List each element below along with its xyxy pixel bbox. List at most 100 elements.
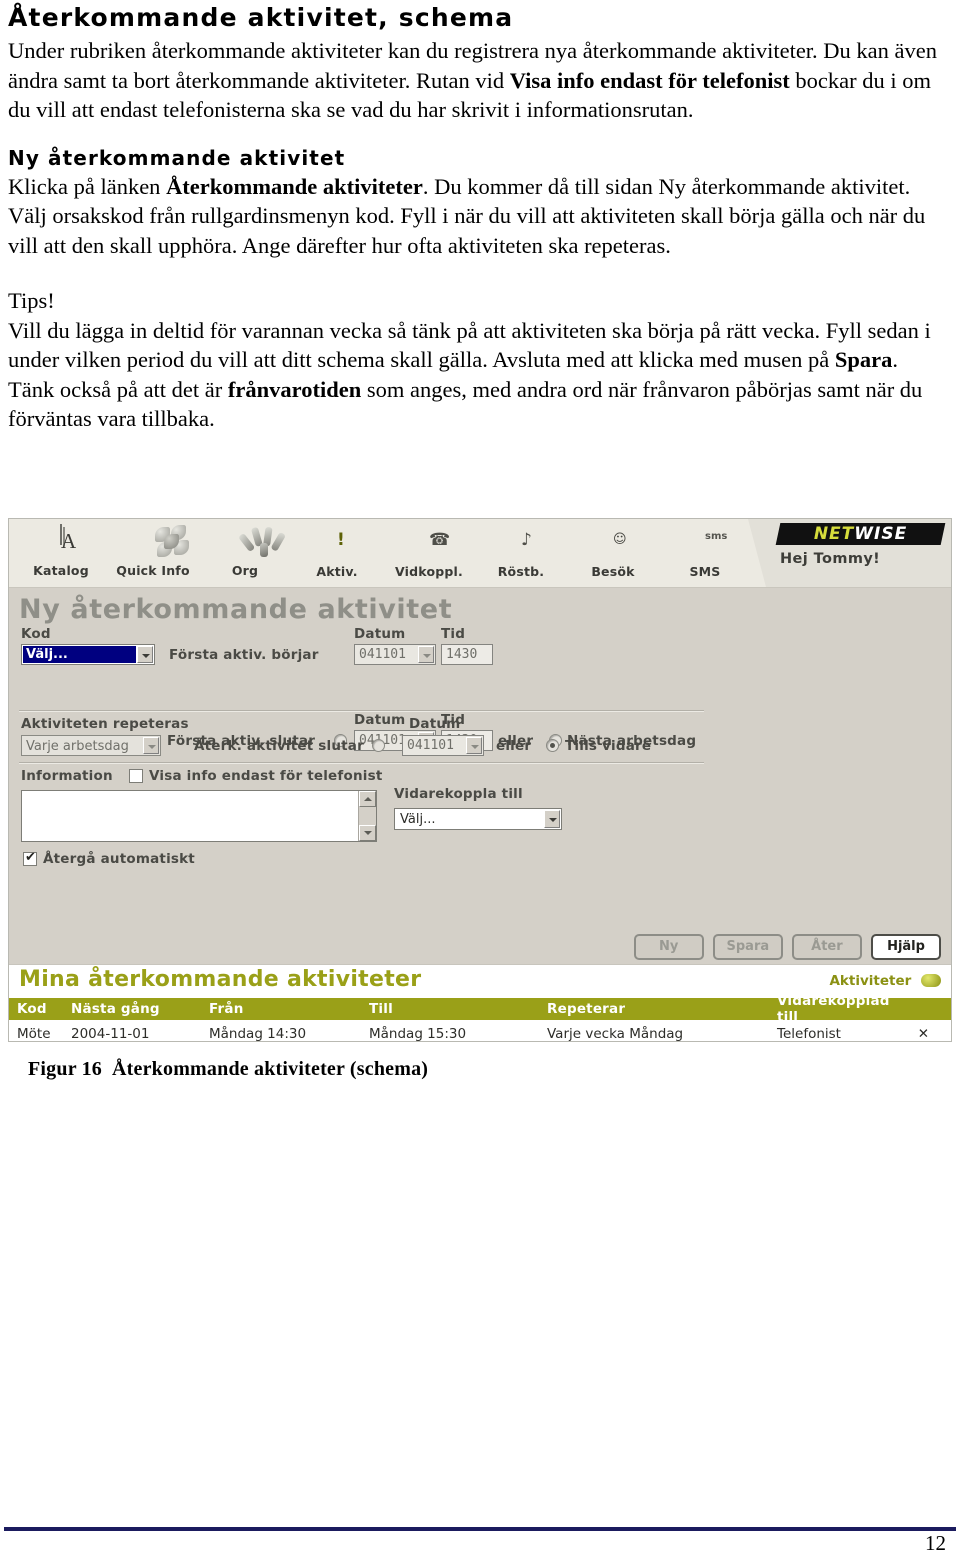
calendar-chevron-icon[interactable] [466,737,482,754]
kod-select-value: Välj... [23,646,136,663]
forward-to-select-value: Välj... [400,812,436,827]
toolbar-item-vidkoppl[interactable]: ☎ Vidkoppl. [383,521,475,587]
new-recurring-activity-form: Ny återkommande aktivitet Kod Datum Tid … [9,588,951,964]
repeat-select[interactable]: Varje arbetsdag [21,735,161,756]
call-forward-icon: ☎ [429,530,451,550]
scroll-up-icon[interactable] [359,791,376,807]
netwise-logo: NETWISE [775,523,946,545]
divider-1 [19,710,704,712]
cell-vidarekopplad: Telefonist [777,1026,841,1042]
page-title: Återkommande aktivitet, schema [8,3,514,32]
kod-select[interactable]: Välj... [21,644,155,665]
toolbar-label-sms: SMS [689,564,721,579]
cell-nasta-gang: 2004-11-01 [71,1026,150,1042]
radio-until-further-notice[interactable] [546,739,559,752]
tips-text-1: Vill du lägga in deltid för varannan vec… [8,317,931,373]
toolbar-label-besok: Besök [591,564,635,579]
forward-to-select[interactable]: Välj... [394,808,562,830]
user-greeting: Hej Tommy! [780,551,881,567]
column-header-fran: Från [209,1001,244,1017]
section2-text-1: Klicka på länken [8,173,167,199]
toolbar-item-rostb[interactable]: ♪ Röstb. [475,521,567,587]
calendar-chevron-icon[interactable] [418,646,434,663]
repeat-select-value: Varje arbetsdag [26,739,129,754]
brand-wise: WISE [854,524,908,544]
activities-pill-icon [921,974,941,987]
column-header-kod: Kod [17,1001,47,1017]
form-title: Ny återkommande aktivitet [19,594,453,625]
label-show-info-operator-only: Visa info endast för telefonist [149,768,383,784]
textarea-scrollbar[interactable] [358,791,376,841]
cell-kod: Möte [17,1026,51,1042]
app-toolbar: Katalog Quick Info Org ! Aktiv. ☎ Vidkop… [9,519,951,588]
label-information: Information [21,768,113,784]
visitor-face-icon: ☺ [613,532,627,547]
activities-link[interactable]: Aktiviteter [829,973,941,989]
label-datum-1: Datum [354,626,406,642]
figure-number: Figur 16 [28,1058,103,1080]
tips-paragraph: Vill du lägga in deltid för varannan vec… [8,316,938,434]
form-row-information: Information Visa info endast för telefon… [9,768,951,878]
activity-clock-icon: ! [337,530,345,550]
activities-link-label: Aktiviteter [829,973,912,989]
label-activity-repeats: Aktiviteten repeteras [21,716,189,732]
toolbar-item-katalog[interactable]: Katalog [15,521,107,587]
toolbar-label-vidkoppl: Vidkoppl. [395,564,463,579]
toolbar-item-org[interactable]: Org [199,521,291,587]
chevron-down-icon[interactable] [137,646,153,663]
document-body: Återkommande aktivitet, schema Under rub… [8,4,938,434]
toolbar-label-org: Org [231,563,259,578]
toolbar-item-besok[interactable]: ☺ Besök [567,521,659,587]
tips-bold-1: Spara [834,347,893,372]
page-number: 12 [925,1531,946,1555]
form-action-buttons: Ny Spara Åter Hjälp [630,934,941,960]
form-row-repeat: Aktiviteten repeteras Datum Varje arbets… [9,716,951,768]
first-start-time-value: 1430 [446,647,478,662]
form-row-first-start: Kod Datum Tid Välj... Första aktiv. börj… [9,626,951,670]
brand-banner: NETWISE Hej Tommy! [748,519,951,587]
divider-2 [19,762,704,764]
ny-button[interactable]: Ny [633,934,704,960]
label-kod: Kod [21,626,51,642]
scroll-down-icon[interactable] [359,825,376,841]
toolbar-item-quick-info[interactable]: Quick Info [107,521,199,587]
cell-repeterar: Varje vecka Måndag [547,1026,684,1042]
label-datum-3: Datum [409,716,461,732]
spara-button[interactable]: Spara [712,934,783,960]
first-start-date-input[interactable]: 041101 [354,644,436,665]
form-row-first-end: Datum Tid Första aktiv. slutar 041101 14… [9,670,951,751]
document-page: Återkommande aktivitet, schema Under rub… [0,0,960,1556]
section-heading-ny-aterkommande: Ny återkommande aktivitet [8,145,346,170]
toolbar-label-katalog: Katalog [33,563,89,578]
label-recurring-ends: Återk. aktivitet slutar [194,738,364,754]
tips-bold-2: frånvarotiden [227,376,362,402]
label-until-further-notice: Tills vidare [565,738,652,754]
cell-fran: Måndag 14:30 [209,1026,307,1042]
chevron-down-icon[interactable] [143,737,159,754]
toolbar-label-aktiv: Aktiv. [316,564,358,579]
information-textarea[interactable] [21,790,377,842]
label-forward-to: Vidarekoppla till [394,786,523,802]
recurring-end-date-input[interactable]: 041101 [402,735,484,756]
checkbox-auto-return[interactable] [23,850,37,866]
sms-icon: sms [705,531,728,542]
voicemail-icon: ♪ [521,530,532,550]
hjalp-button[interactable]: Hjälp [871,934,941,960]
column-header-till: Till [369,1001,393,1017]
section2-paragraph: Klicka på länken Återkommande aktivitete… [8,172,938,261]
label-auto-return: Återgå automatiskt [43,851,195,867]
label-or-2: eller [496,738,532,754]
toolbar-item-sms[interactable]: sms SMS [659,521,751,587]
delete-row-icon[interactable]: ✕ [897,1026,951,1041]
first-start-time-input[interactable]: 1430 [441,644,493,665]
ater-button[interactable]: Åter [791,934,862,960]
toolbar-item-aktiv[interactable]: ! Aktiv. [291,521,383,587]
section2-bold-1: Återkommande aktiviteter [166,173,423,199]
chevron-down-icon[interactable] [544,810,560,828]
recurring-end-date-value: 041101 [407,738,454,753]
figure-caption-text: Återkommande aktiviteter (schema) [112,1058,429,1080]
checkbox-show-info-operator-only[interactable] [129,769,143,783]
brand-net: NET [813,524,855,544]
radio-recurring-end-date[interactable] [372,739,385,752]
